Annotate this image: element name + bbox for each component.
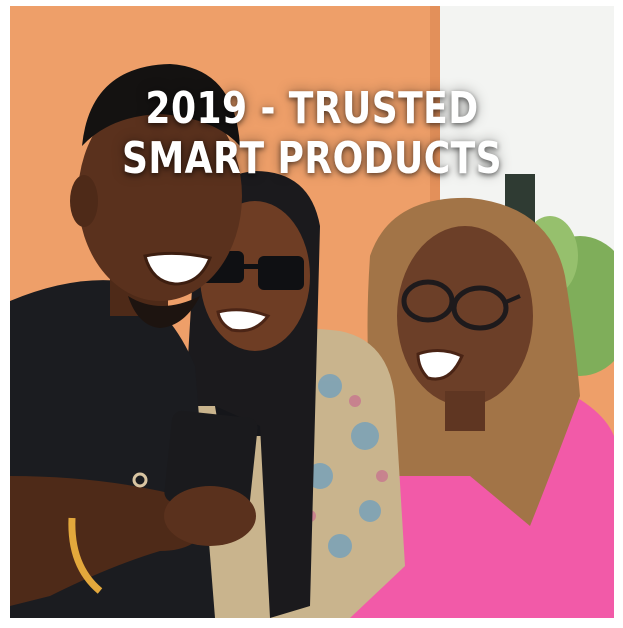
headline-line-2: SMART PRODUCTS bbox=[121, 133, 503, 184]
man-hand bbox=[164, 486, 256, 546]
sunglasses-right-lens bbox=[258, 256, 304, 290]
woman-right-neck bbox=[445, 391, 485, 431]
promo-photo: 2019 - TRUSTED SMART PRODUCTS bbox=[10, 6, 614, 618]
image-frame: 2019 - TRUSTED SMART PRODUCTS bbox=[0, 0, 623, 628]
promo-headline: 2019 - TRUSTED SMART PRODUCTS bbox=[64, 84, 559, 184]
headline-line-1: 2019 - TRUSTED bbox=[145, 83, 479, 134]
